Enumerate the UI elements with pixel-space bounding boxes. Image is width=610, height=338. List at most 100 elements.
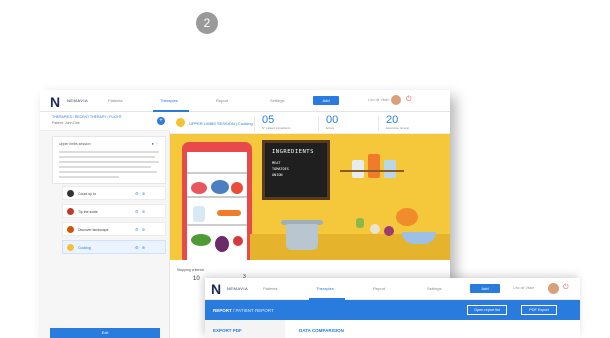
description-line (59, 171, 157, 173)
onion-ingredient[interactable] (384, 226, 394, 236)
avatar[interactable] (391, 95, 401, 105)
session-header: UPPER LIMBS SESSION | Cooking 05 N° pick… (170, 112, 450, 134)
logout-icon[interactable]: ⏻ (406, 96, 412, 104)
criterion-value: 10 (193, 276, 200, 282)
nav-settings[interactable]: Settings (427, 286, 441, 291)
stat-time: 20 Execution time(s) (386, 114, 409, 130)
exit-button[interactable]: Exit (50, 328, 160, 338)
sidebar-header: THERAPIES / RECENT THERAPY / FLIGHT Pati… (40, 112, 170, 131)
nav-settings[interactable]: Settings (270, 98, 284, 103)
eggplant-ingredient[interactable] (215, 236, 229, 252)
nav-therapies[interactable]: Therapies (160, 98, 178, 103)
pdf-export-button[interactable]: PDF Export (521, 305, 557, 315)
add-step-button[interactable]: + (157, 117, 165, 125)
breadcrumb[interactable]: THERAPIES / RECENT THERAPY / FLIGHT (52, 115, 122, 119)
user-name[interactable]: Lino de Vitale (513, 286, 534, 290)
stat-errors: 00 Errors (326, 114, 338, 130)
cooking-pot[interactable] (286, 224, 318, 250)
description-line (59, 166, 151, 168)
nav-therapies[interactable]: Therapies (316, 286, 334, 291)
cooking-game-scene[interactable]: INGREDIENTS MEAT TOMATOES ONION (170, 134, 450, 260)
step-label: Discover landscape (78, 228, 109, 232)
export-pdf-label[interactable]: EXPORT PDF (213, 328, 242, 333)
app-logo[interactable]: N (211, 281, 221, 297)
description-line (59, 176, 119, 178)
user-name[interactable]: Lino de Vitale (368, 98, 389, 102)
description-line (59, 151, 159, 153)
divider (254, 116, 255, 131)
nav-patients[interactable]: Patients (263, 286, 277, 291)
shelf (187, 224, 247, 226)
logout-icon[interactable]: ⏻ (563, 284, 569, 292)
top-nav: N NEMAVIA Patients Therapies Report Sett… (205, 278, 580, 300)
pepper-ingredient[interactable] (233, 236, 243, 246)
edit-icon[interactable]: ⚙ ⊕ (135, 191, 145, 196)
shelf (187, 172, 247, 174)
jar (352, 160, 364, 178)
step-cooking[interactable]: Cooking ⚙ ⊕ (62, 240, 166, 254)
criterion-label: Stopping criterion (177, 268, 205, 272)
pumpkin-ingredient[interactable] (396, 208, 418, 226)
step-icon (67, 244, 74, 251)
fish-ingredient[interactable] (211, 180, 229, 194)
nav-patients[interactable]: Patients (108, 98, 122, 103)
avatar[interactable] (548, 283, 559, 294)
cabbage-ingredient[interactable] (191, 234, 211, 246)
description-line (59, 156, 155, 158)
add-button[interactable]: Add (313, 96, 339, 105)
session-label: UPPER LIMBS SESSION | Cooking (189, 121, 253, 126)
sidebar: THERAPIES / RECENT THERAPY / FLIGHT Pati… (40, 112, 170, 338)
title-bold: REPORT (213, 308, 232, 313)
tomato-ingredient[interactable] (231, 182, 243, 194)
data-comparison-label: DATA COMPARISION (299, 328, 344, 333)
step-label: Tip the scale (78, 210, 98, 214)
export-panel: EXPORT PDF (205, 320, 285, 338)
cupboard-shelf (340, 170, 404, 172)
patient-label: Patient: John Doe (52, 121, 80, 125)
garlic-ingredient[interactable] (370, 224, 380, 234)
report-header-bar: REPORT / PATIENT REPORT Open report list… (205, 300, 580, 320)
stat-label: Execution time(s) (386, 126, 410, 130)
jar (384, 160, 396, 178)
app-logo[interactable]: N (50, 94, 60, 110)
session-card[interactable]: Upper limbs session ● ⋮ (52, 136, 166, 184)
fridge-phone-image (182, 142, 252, 260)
top-nav: N NEMAVIA Patients Therapies Report Sett… (40, 90, 450, 112)
step-tip-scale[interactable]: Tip the scale ⚙ ⊕ (62, 204, 166, 218)
edit-icon[interactable]: ⚙ ⊕ (135, 227, 145, 232)
fridge-shelves (187, 152, 247, 260)
ingredients-board: INGREDIENTS MEAT TOMATOES ONION (262, 140, 330, 200)
divider (378, 116, 379, 131)
page-title: REPORT / PATIENT REPORT (213, 308, 274, 313)
nav-report[interactable]: Report (216, 98, 228, 103)
edit-icon[interactable]: ⚙ ⊕ (135, 245, 145, 250)
brand-name: NEMAVIA (67, 98, 89, 103)
add-button[interactable]: Add (470, 284, 500, 293)
stat-value: 05 (262, 114, 275, 126)
board-item: TOMATOES (272, 167, 289, 171)
stat-label: Errors (326, 126, 335, 130)
step-icon (67, 226, 74, 233)
step-count-up[interactable]: Count up to ⚙ ⊕ (62, 186, 166, 200)
card-menu-icon[interactable]: ● ⋮ (151, 141, 159, 146)
cooking-icon (176, 118, 185, 127)
shelf (187, 196, 247, 198)
open-report-list-button[interactable]: Open report list (467, 305, 507, 315)
bottle-ingredient[interactable] (356, 218, 364, 228)
step-icon (67, 190, 74, 197)
meat-ingredient[interactable] (191, 182, 207, 194)
board-item: ONION (272, 173, 283, 177)
nav-report[interactable]: Report (373, 286, 385, 291)
title-rest: / PATIENT REPORT (231, 308, 274, 313)
step-number-badge: 2 (196, 12, 218, 34)
carrot-ingredient[interactable] (217, 210, 241, 216)
step-label: Count up to (78, 192, 97, 196)
edit-icon[interactable]: ⚙ ⊕ (135, 209, 145, 214)
session-card-title: Upper limbs session (59, 142, 91, 146)
bottle-ingredient[interactable] (193, 206, 205, 222)
step-icon (67, 208, 74, 215)
board-title: INGREDIENTS (272, 149, 314, 155)
stat-ingredients: 05 N° picked ingredients (262, 114, 290, 130)
stat-label: N° picked ingredients (262, 126, 291, 130)
step-discover-landscape[interactable]: Discover landscape ⚙ ⊕ (62, 222, 166, 236)
